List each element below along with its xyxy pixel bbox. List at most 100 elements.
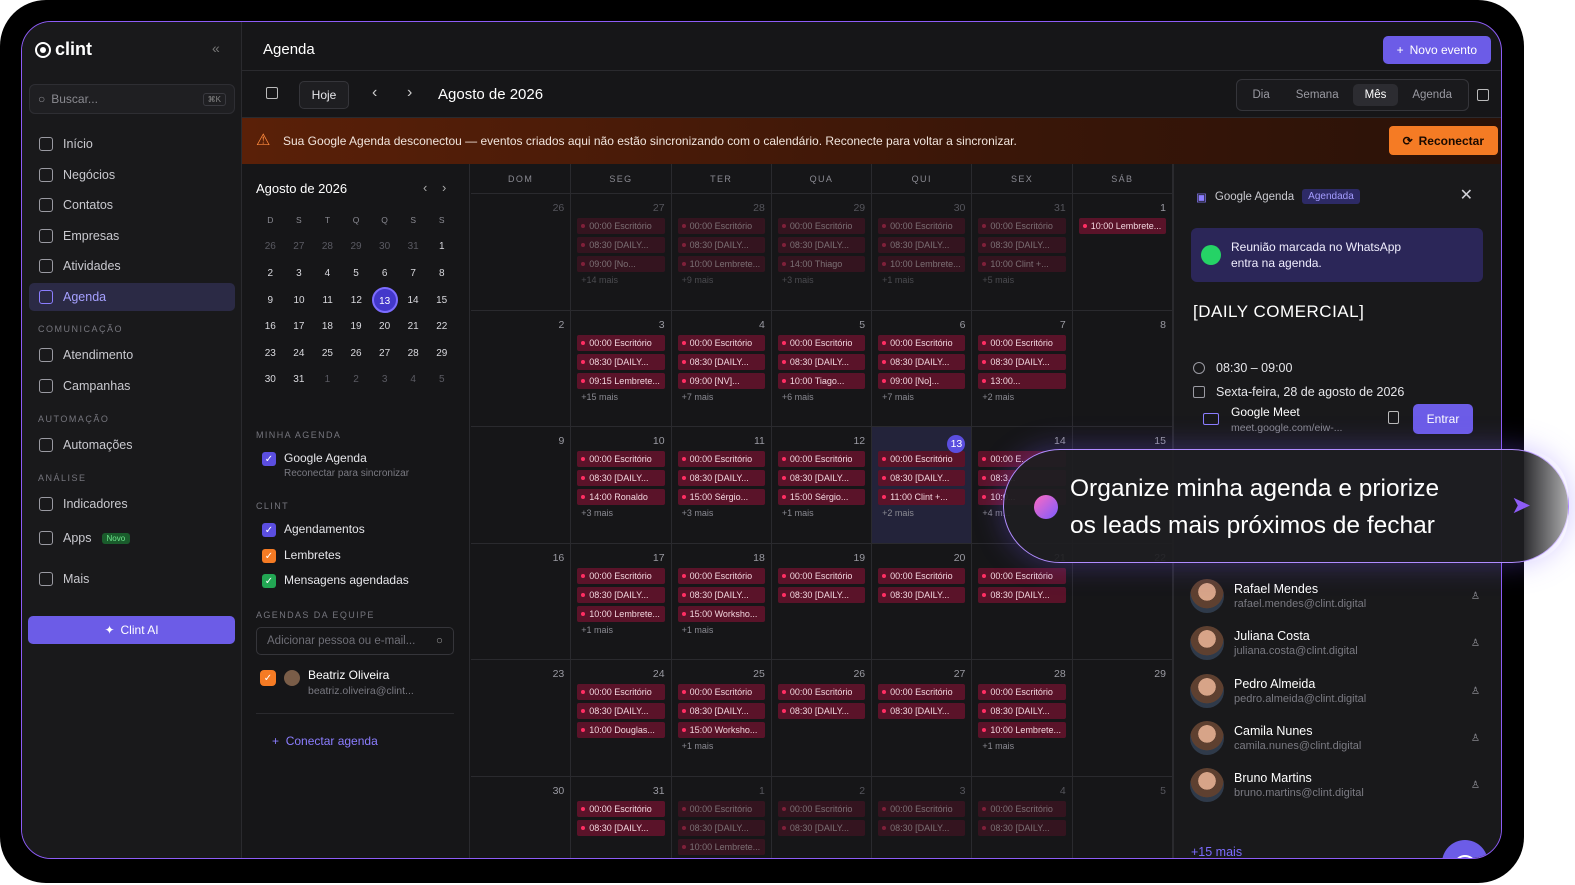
sidebar-item-automações[interactable]: Automações xyxy=(29,431,235,459)
calendar-day[interactable]: 30 00:00 Escritório 08:30 [DAILY... 10:00 L… xyxy=(872,194,973,310)
calendar-event[interactable]: 08:30 [DAILY... xyxy=(878,237,966,253)
mini-day[interactable]: 3 xyxy=(370,374,399,385)
calendar-event[interactable]: 14:00 Ronaldo xyxy=(577,489,665,505)
reconnect-button[interactable]: ⟳ Reconectar xyxy=(1388,126,1498,155)
calendar-event[interactable]: 08:30 [DAILY... xyxy=(878,470,966,486)
mini-day[interactable]: 6 xyxy=(370,268,399,279)
more-events-link[interactable]: +1 mais xyxy=(678,741,765,751)
mini-next-icon[interactable]: › xyxy=(442,180,446,195)
sidebar-item-negócios[interactable]: Negócios xyxy=(29,161,235,189)
calendar-event[interactable]: 08:30 [DAILY... xyxy=(777,237,866,253)
calendar-event[interactable]: 00:00 Escritório xyxy=(878,451,966,467)
calendar-day[interactable]: 28 00:00 Escritório 08:30 [DAILY... 10:00 L… xyxy=(672,194,772,310)
calendar-event[interactable]: 00:00 Escritório xyxy=(878,218,966,234)
calendar-event[interactable]: 08:30 [DAILY... xyxy=(777,819,866,836)
mini-day[interactable]: 28 xyxy=(313,241,342,252)
calendar-day[interactable]: 5 00:00 Escritório 08:30 [DAILY... 10:00 Ti… xyxy=(772,310,873,426)
calendar-event[interactable]: 08:30 [DAILY... xyxy=(577,819,665,836)
calendar-day[interactable]: 4 00:00 Escritório 08:30 [DAILY... xyxy=(972,776,1073,858)
copy-icon[interactable] xyxy=(1388,411,1399,424)
calendar-day[interactable]: 4 00:00 Escritório 08:30 [DAILY... 09:00 [N… xyxy=(672,310,772,426)
prev-month-icon[interactable]: ‹ xyxy=(372,84,377,102)
calendar-event[interactable]: 08:30 [DAILY... xyxy=(577,237,665,253)
calendar-day[interactable]: 8 xyxy=(1073,310,1173,426)
mini-day[interactable]: 26 xyxy=(342,348,371,359)
mini-day[interactable]: 3 xyxy=(285,268,314,279)
calendar-day[interactable]: 7 00:00 Escritório 08:30 [DAILY... 13:00...… xyxy=(972,310,1073,426)
calendar-event[interactable]: 10:00 Lembrete... xyxy=(677,256,765,272)
calendar-event[interactable]: 08:30 [DAILY... xyxy=(978,586,1066,603)
calendar-day[interactable]: 20 00:00 Escritório 08:30 [DAILY... xyxy=(872,543,973,659)
calendar-event[interactable]: 08:30 [DAILY... xyxy=(577,470,665,486)
calendar-event[interactable]: 15:00 Sérgio... xyxy=(677,489,765,505)
mini-day[interactable]: 16 xyxy=(256,321,285,332)
more-events-link[interactable]: +2 mais xyxy=(978,392,1065,402)
calendar-event[interactable]: 00:00 Escritório xyxy=(577,451,665,467)
more-events-link[interactable]: +9 mais xyxy=(678,275,765,285)
calendar-event[interactable]: 00:00 Escritório xyxy=(878,684,966,700)
calendar-event[interactable]: 00:00 Escritório xyxy=(577,684,665,700)
toggle-right-panel-icon[interactable] xyxy=(1477,89,1489,101)
calendar-event[interactable]: 10:00 Tiago... xyxy=(777,372,866,389)
guest-item[interactable]: Rafael Mendes rafael.mendes@clint.digital… xyxy=(1190,579,1480,613)
calendar-event[interactable]: 00:00 Escritório xyxy=(777,800,866,817)
sidebar-item-mais[interactable]: Mais xyxy=(29,565,235,593)
mini-prev-icon[interactable]: ‹ xyxy=(423,180,427,195)
calendar-event[interactable]: 08:30 [DAILY... xyxy=(777,353,866,370)
calendar-day[interactable]: 1 00:00 Escritório 08:30 [DAILY... 10:00 Le… xyxy=(672,776,772,858)
today-button[interactable]: Hoje xyxy=(299,81,349,109)
more-events-link[interactable]: +6 mais xyxy=(778,392,865,402)
calendar-day[interactable]: 12 00:00 Escritório 08:30 [DAILY... 15:00 S… xyxy=(772,427,873,543)
calendar-event[interactable]: 10:00 Lembrete... xyxy=(577,605,665,622)
sidebar-item-apps[interactable]: Apps Novo xyxy=(29,524,235,552)
sidebar-item-empresas[interactable]: Empresas xyxy=(29,222,235,250)
calendar-day[interactable]: 27 00:00 Escritório 08:30 [DAILY... 09:00 [… xyxy=(571,194,672,310)
calendar-event[interactable]: 00:00 Escritório xyxy=(878,334,966,351)
calendar-event[interactable]: 08:30 [DAILY... xyxy=(777,703,866,719)
mini-day[interactable]: 7 xyxy=(399,268,428,279)
calendar-day[interactable]: 23 xyxy=(471,660,572,776)
clint-ai-button[interactable]: ✦ Clint AI xyxy=(28,616,235,644)
calendar-event[interactable]: 00:00 Escritório xyxy=(777,567,866,584)
sidebar-item-contatos[interactable]: Contatos xyxy=(29,191,235,219)
calendar-event[interactable]: 09:15 Lembrete... xyxy=(577,372,665,389)
calendar-day[interactable]: 1 10:00 Lembrete... xyxy=(1073,194,1173,310)
calendar-day[interactable]: 18 00:00 Escritório 08:30 [DAILY... 15:00 W… xyxy=(672,543,772,659)
calendar-event[interactable]: 08:30 [DAILY... xyxy=(677,470,765,486)
more-events-link[interactable]: +7 mais xyxy=(878,392,965,402)
mini-day[interactable]: 24 xyxy=(285,348,314,359)
sidebar-item-atividades[interactable]: Atividades xyxy=(29,252,235,280)
guest-item[interactable]: Camila Nunes camila.nunes@clint.digital ♙ xyxy=(1190,721,1480,755)
chat-fab-button[interactable] xyxy=(1442,840,1488,858)
calendar-event[interactable]: 10:00 Lembrete... xyxy=(878,256,966,272)
calendar-day[interactable]: 11 00:00 Escritório 08:30 [DAILY... 15:00 S… xyxy=(672,427,772,543)
calendar-day[interactable]: 13 00:00 Escritório 08:30 [DAILY... 11:00 C… xyxy=(872,427,973,543)
toggle-lembretes[interactable]: ✓ Lembretes xyxy=(262,548,341,563)
sidebar-item-atendimento[interactable]: Atendimento xyxy=(29,341,235,369)
calendar-event[interactable]: 00:00 Escritório xyxy=(677,684,765,700)
calendar-event[interactable]: 10:00 Douglas... xyxy=(577,722,665,738)
toggle-agendamentos[interactable]: ✓ Agendamentos xyxy=(262,522,365,537)
calendar-event[interactable]: 08:30 [DAILY... xyxy=(777,470,866,486)
calendar-event[interactable]: 00:00 Escritório xyxy=(978,334,1066,351)
guest-item[interactable]: Pedro Almeida pedro.almeida@clint.digital… xyxy=(1190,674,1480,708)
mini-day[interactable]: 31 xyxy=(399,241,428,252)
connect-calendar-link[interactable]: + Conectar agenda xyxy=(272,734,378,748)
calendar-event[interactable]: 10:00 Lembrete... xyxy=(677,838,765,855)
calendar-event[interactable]: 08:30 [DAILY... xyxy=(878,353,966,370)
calendar-event[interactable]: 08:30 [DAILY... xyxy=(677,819,765,836)
calendar-event[interactable]: 00:00 Escritório xyxy=(677,567,765,584)
google-agenda-toggle[interactable]: ✓ Google Agenda Reconectar para sincroniz… xyxy=(262,451,409,479)
mini-day[interactable]: 22 xyxy=(427,321,456,332)
more-events-link[interactable]: +1 mais xyxy=(878,275,965,285)
calendar-day[interactable]: 29 00:00 Escritório 08:30 [DAILY... 14:00 T… xyxy=(772,194,873,310)
calendar-event[interactable]: 08:30 [DAILY... xyxy=(878,586,966,603)
mini-day[interactable]: 11 xyxy=(313,295,342,306)
calendar-event[interactable]: 08:30 [DAILY... xyxy=(577,586,665,603)
calendar-event[interactable]: 00:00 Escritório xyxy=(577,567,665,584)
mini-day[interactable]: 1 xyxy=(427,241,456,252)
more-events-link[interactable]: +3 mais xyxy=(577,508,664,518)
calendar-event[interactable]: 08:30 [DAILY... xyxy=(978,353,1066,370)
calendar-event[interactable]: 15:00 Worksho... xyxy=(677,722,765,738)
calendar-event[interactable]: 08:30 [DAILY... xyxy=(978,237,1066,253)
